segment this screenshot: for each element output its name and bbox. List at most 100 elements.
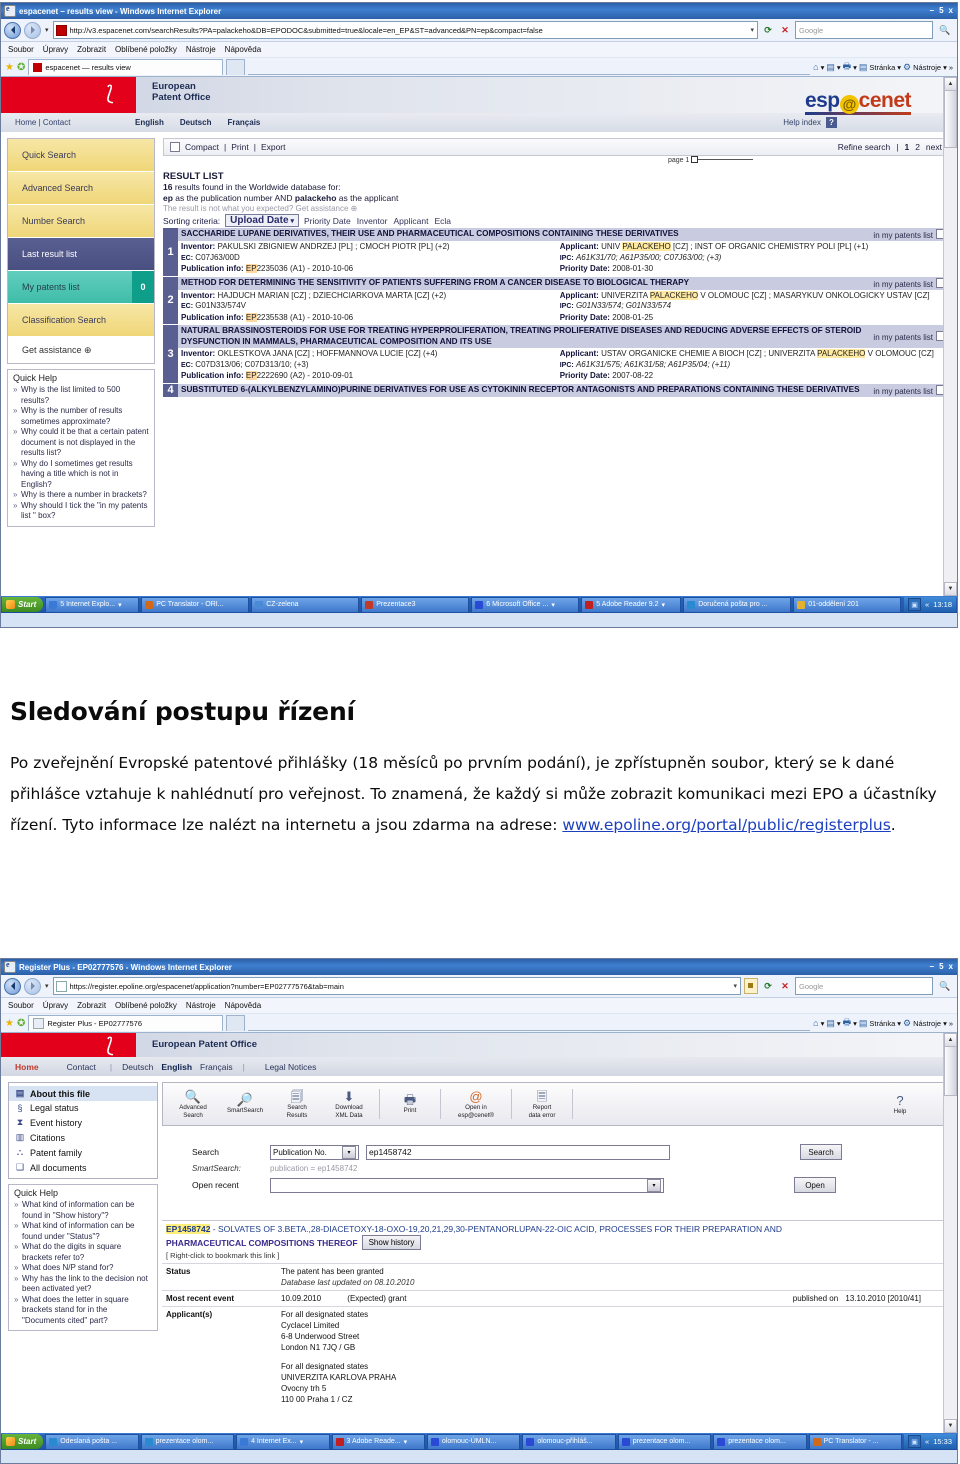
menu-zobrazit[interactable]: Zobrazit	[77, 1001, 106, 1010]
back-button[interactable]	[4, 977, 21, 995]
sidebar-item-get-assistance[interactable]: Get assistance ⊕	[8, 337, 154, 363]
scrollbar-thumb[interactable]	[944, 1046, 957, 1096]
search-button[interactable]: Search	[800, 1144, 842, 1160]
epo-home-contact[interactable]: Home | Contact	[1, 118, 135, 127]
chevron-down-icon[interactable]: ▾	[404, 1438, 408, 1446]
taskbar-item[interactable]: prezentace olom...	[140, 1433, 235, 1450]
quick-help-item[interactable]: What kind of information can be found in…	[14, 1200, 152, 1221]
menu-oblibene[interactable]: Oblíbené položky	[115, 1001, 177, 1010]
start-button[interactable]: Start	[2, 1434, 44, 1449]
back-button[interactable]	[4, 21, 21, 39]
lang-francais[interactable]: Français	[227, 118, 260, 127]
toolbar-report-data-error[interactable]: 🗏 Report data error	[516, 1090, 568, 1119]
quick-help-item[interactable]: Why is the list limited to 500 results?	[13, 385, 149, 406]
menu-nastroje[interactable]: Nástroje	[186, 45, 216, 54]
tools-menu-label[interactable]: Nástroje	[913, 63, 941, 72]
search-go-icon[interactable]: 🔍	[936, 978, 954, 994]
taskbar-item[interactable]: olomouc-přihláš...	[522, 1433, 616, 1450]
taskbar-item[interactable]: 5 Internet Explo... ▾	[45, 596, 140, 613]
taskbar-item[interactable]: CZ-zelena	[251, 596, 360, 613]
lang-english[interactable]: English	[135, 118, 164, 127]
sidebar-item-my-patents-list[interactable]: My patents list 0	[8, 271, 154, 304]
taskbar-item[interactable]: PC Translator - ORI...	[141, 596, 250, 613]
taskbar-item[interactable]: prezentace olom...	[617, 1433, 712, 1450]
my-patents-toggle[interactable]: in my patents list	[873, 229, 946, 240]
scroll-down-icon[interactable]: ▼	[944, 1419, 957, 1433]
tray-icon[interactable]: ▣	[908, 598, 922, 611]
sidebar-item-event-history[interactable]: ⧗ Event history	[9, 1115, 157, 1130]
my-patents-toggle[interactable]: in my patents list	[873, 331, 946, 342]
sidebar-item-quick-search[interactable]: Quick Search	[8, 139, 154, 172]
menu-napoveda[interactable]: Nápověda	[225, 1001, 261, 1010]
my-patents-toggle[interactable]: in my patents list	[873, 277, 946, 289]
feeds-icon[interactable]: ▤	[826, 62, 835, 73]
sidebar-item-about-this-file[interactable]: ▤ About this file	[9, 1086, 157, 1101]
url-dropdown-icon[interactable]: ▾	[733, 982, 738, 990]
page-slider-knob[interactable]	[691, 156, 698, 163]
menu-upravy[interactable]: Úpravy	[43, 1001, 68, 1010]
taskbar-item[interactable]: Prezentace3	[361, 596, 470, 613]
taskbar-item[interactable]: olomouc-ÚMLN...	[426, 1433, 521, 1450]
chevron-down-icon[interactable]: ▾	[551, 601, 555, 609]
export-link[interactable]: Export	[261, 142, 286, 152]
forward-button[interactable]	[24, 977, 41, 995]
history-dropdown-icon[interactable]: ▾	[45, 26, 49, 34]
chevron-down-icon[interactable]: ▾	[300, 1438, 304, 1446]
result-title[interactable]: NATURAL BRASSINOSTEROIDS FOR USE FOR TRE…	[181, 326, 873, 347]
open-button[interactable]: Open	[794, 1177, 836, 1193]
sidebar-item-number-search[interactable]: Number Search	[8, 205, 154, 238]
quick-help-item[interactable]: Why do I sometimes get results having a …	[13, 459, 149, 491]
taskbar-item[interactable]: PC Translator - ...	[808, 1433, 903, 1450]
toolbar-advanced-search[interactable]: 🔍 Advanced Search	[167, 1090, 219, 1119]
page-menu-icon[interactable]: ▤	[859, 62, 868, 73]
home-icon[interactable]: ⌂	[813, 1018, 818, 1028]
taskbar-item[interactable]: Odeslaná pošta ...	[45, 1433, 139, 1450]
menu-soubor[interactable]: Soubor	[8, 45, 34, 54]
taskbar-clock[interactable]: 15:33	[933, 1437, 952, 1446]
sidebar-item-citations[interactable]: ▥ Citations	[9, 1130, 157, 1145]
tools-menu-label[interactable]: Nástroje	[913, 1019, 941, 1028]
print-icon[interactable]: 🖶	[843, 1015, 852, 1031]
page-menu-icon[interactable]: ▤	[859, 1018, 868, 1029]
result-title[interactable]: METHOD FOR DETERMINING THE SENSITIVITY O…	[181, 278, 873, 289]
add-favorite-icon[interactable]: ✪	[17, 62, 25, 73]
nav-legal-notices[interactable]: Legal Notices	[245, 1062, 331, 1072]
help-index-label[interactable]: Help index	[783, 118, 821, 127]
maximize-button[interactable]: 5	[937, 962, 945, 972]
page-menu-label[interactable]: Stránka	[869, 1019, 895, 1028]
toolbar-smartsearch[interactable]: 🔎 SmartSearch	[219, 1093, 271, 1115]
quick-help-item[interactable]: What kind of information can be found un…	[14, 1221, 152, 1242]
sort-option-priority-date[interactable]: Priority Date	[304, 216, 351, 226]
epoline-link[interactable]: www.epoline.org/portal/public/registerpl…	[562, 816, 890, 834]
print-icon[interactable]: 🖶	[843, 59, 852, 75]
toolbar-print[interactable]: 🖶 Print	[384, 1093, 436, 1115]
close-button[interactable]: x	[947, 6, 955, 16]
sort-option-applicant[interactable]: Applicant	[393, 216, 428, 226]
quick-help-item[interactable]: Why should I tick the "in my patents lis…	[13, 501, 149, 522]
result-title[interactable]: SUBSTITUTED 6-(ALKYLBENZYLAMINO)PURINE D…	[181, 385, 873, 396]
menu-upravy[interactable]: Úpravy	[43, 45, 68, 54]
menu-soubor[interactable]: Soubor	[8, 1001, 34, 1010]
tools-menu-icon[interactable]: ⚙	[903, 1018, 911, 1029]
taskbar-item[interactable]: prezentace olom...	[713, 1433, 807, 1450]
lang-deutsch[interactable]: Deutsch	[180, 118, 212, 127]
close-button[interactable]: x	[947, 962, 955, 972]
my-patents-toggle[interactable]: in my patents list	[873, 384, 946, 396]
url-input[interactable]: http://v3.espacenet.com/searchResults?PA…	[52, 21, 758, 39]
page-menu-label[interactable]: Stránka	[869, 63, 895, 72]
chevron-down-icon[interactable]: ▾	[662, 601, 666, 609]
home-icon[interactable]: ⌂	[813, 62, 818, 72]
taskbar-item[interactable]: 5 Adobe Reader 9.2 ▾	[581, 596, 682, 613]
stop-icon[interactable]: ✕	[778, 23, 792, 37]
new-tab-button[interactable]	[226, 59, 246, 75]
print-link[interactable]: Print	[231, 142, 248, 152]
compact-label[interactable]: Compact	[185, 142, 219, 152]
taskbar-item[interactable]: 01-oddělení 201	[793, 596, 902, 613]
search-go-icon[interactable]: 🔍	[936, 22, 954, 38]
tray-expand-icon[interactable]: «	[925, 1437, 929, 1446]
quick-help-item[interactable]: Why is the number of results sometimes a…	[13, 406, 149, 427]
refresh-icon[interactable]: ⟳	[761, 23, 775, 37]
sort-dropdown[interactable]: Upload Date ▾	[225, 214, 299, 227]
favorites-star-icon[interactable]: ★	[5, 62, 14, 73]
menu-napoveda[interactable]: Nápověda	[225, 45, 261, 54]
